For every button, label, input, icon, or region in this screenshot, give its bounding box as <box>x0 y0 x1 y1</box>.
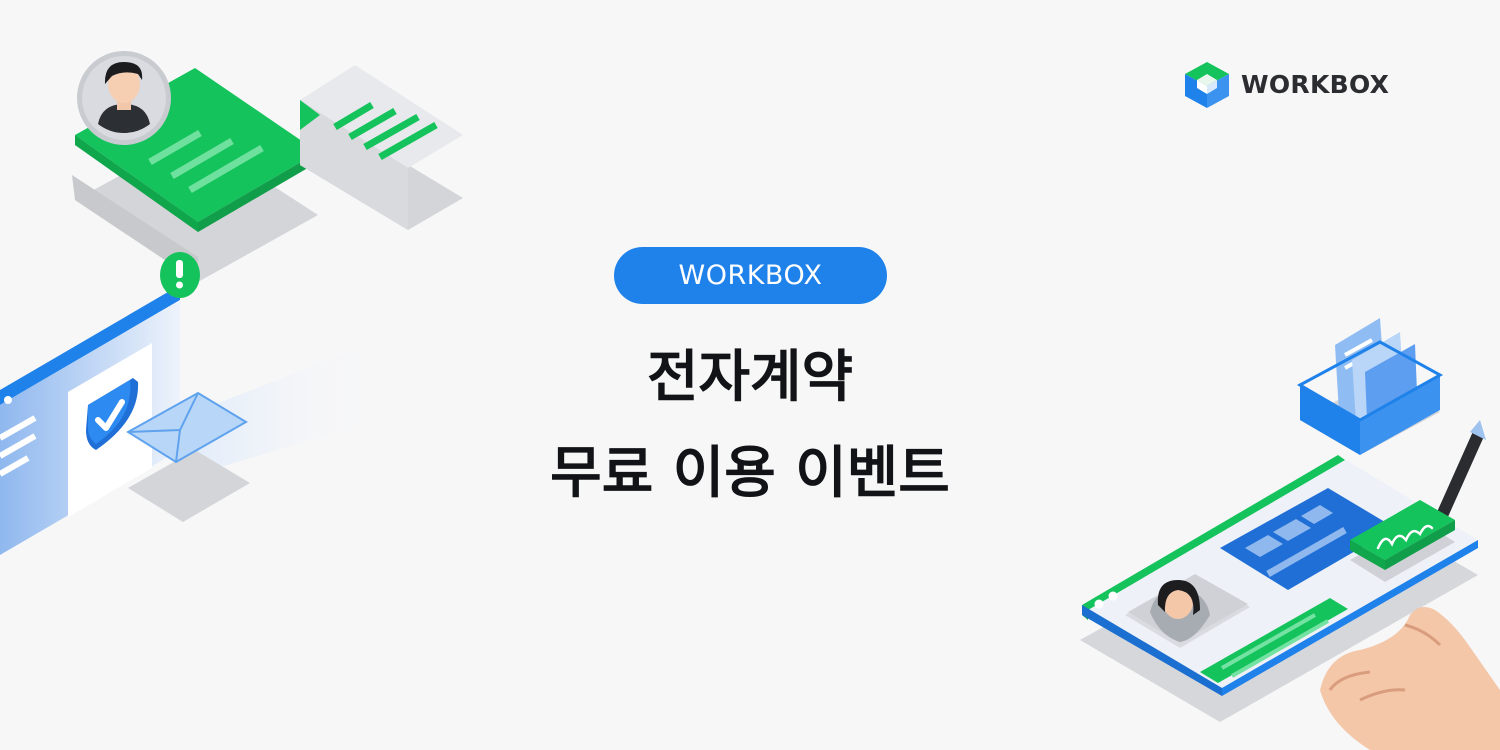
file-tray-icon <box>1296 318 1444 455</box>
headline-line-2: 무료 이용 이벤트 <box>550 441 950 506</box>
brand-name: WORKBOX <box>1241 70 1390 99</box>
event-badge: WORKBOX <box>614 247 887 304</box>
brand-logo[interactable]: WORKBOX <box>1183 60 1389 110</box>
pen-icon <box>1434 420 1486 526</box>
workbox-logo-icon <box>1185 62 1229 108</box>
event-banner: WORKBOX WORKBOX 전자계약 무료 이용 이벤트 <box>0 0 1500 750</box>
headline-line-1: 전자계약 <box>646 345 854 410</box>
